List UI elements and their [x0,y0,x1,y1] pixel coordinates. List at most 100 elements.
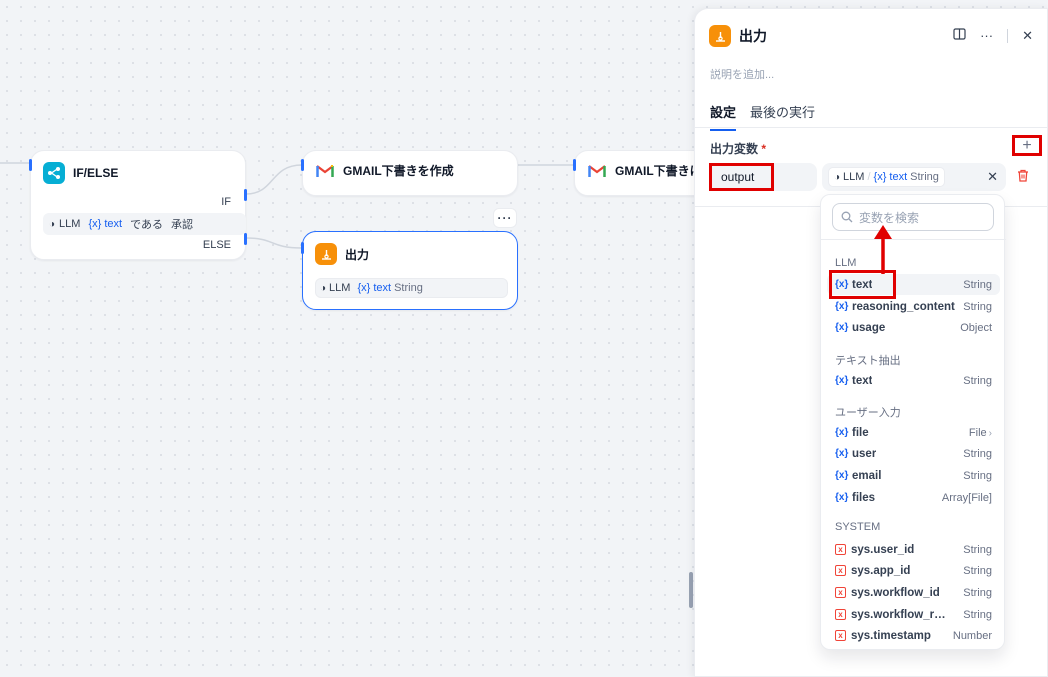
item-name: usage [852,321,886,334]
dropdown-item[interactable]: x sys.workflow_run_id String [827,604,1000,625]
item-name: sys.user_id [851,543,915,556]
input-handle[interactable] [29,159,32,171]
output-variable-row: ◑ LLM {x} text String [315,278,508,298]
dropdown-item[interactable]: {x} usage Object [827,317,1000,338]
value-source: LLM [843,171,865,183]
gmail-icon [587,163,607,179]
item-type: Number [952,629,992,642]
variable-icon: {x} [835,301,849,312]
item-type: String [963,469,992,482]
description-input[interactable]: 説明を追加... [710,66,774,82]
variable-name-input[interactable]: output [709,163,817,191]
dropdown-item[interactable]: {x} reasoning_content String [827,296,1000,317]
llm-icon: ◑ [834,171,841,183]
variable-icon: {x} [835,448,849,459]
item-name: text [852,374,873,387]
variable-picker-dropdown: 変数を検索 LLM {x} text String {x} reasoning_… [820,194,1006,650]
output-variables-label: 出力変数 * [710,140,766,157]
llm-icon: ◑ [320,282,327,294]
book-icon[interactable] [953,28,966,43]
item-name: sys.timestamp [851,629,931,642]
add-variable-button[interactable]: + [1012,135,1042,156]
item-type: String [963,564,992,577]
variable-icon: {x} [835,279,849,290]
item-name: file [852,426,869,439]
condition-row[interactable]: ◑ LLM {x} text である 承認 [43,213,246,235]
dropdown-item[interactable]: {x} text String [827,370,1000,391]
ifelse-node[interactable]: IF/ELSE IF ◑ LLM {x} text である 承認 ELSE [29,150,247,260]
system-var-icon: x [835,587,846,598]
more-icon[interactable]: ··· [980,28,993,43]
item-type: String [963,608,992,621]
clear-icon[interactable]: ✕ [987,169,998,185]
output-input-handle[interactable] [301,242,304,254]
variable-icon: {x} [835,322,849,333]
item-type: String [963,543,992,556]
condition-source: LLM [59,218,81,230]
gmail-input-handle[interactable] [301,159,304,171]
item-name: files [852,491,876,504]
if-else-icon [43,162,65,184]
output-icon [709,25,731,47]
item-type: Object [960,321,992,334]
condition-value: 承認 [170,219,193,231]
dropdown-item[interactable]: {x} user String [827,443,1000,464]
gmail-node-2-title: GMAIL下書きに [615,164,702,178]
field-label-text: 出力変数 [710,142,759,156]
dropdown-item[interactable]: {x} text String [827,274,1000,295]
required-mark: * [761,142,767,156]
item-type: String [963,586,992,599]
dropdown-item[interactable]: x sys.timestamp Number [827,625,1000,646]
group-title-user-input: ユーザー入力 [835,407,901,419]
node-more-button[interactable]: ··· [493,208,517,228]
annotation-arrow [874,225,892,274]
item-type: String [963,447,992,460]
system-var-icon: x [835,565,846,576]
output-icon [315,243,337,265]
panel-resize-handle[interactable] [689,572,693,608]
dropdown-item[interactable]: x sys.workflow_id String [827,582,1000,603]
selected-variable-chip[interactable]: ◑ LLM / {x} text String [828,167,945,187]
variable-value-selector[interactable]: ◑ LLM / {x} text String ✕ [822,163,1006,191]
gmail-node-create[interactable]: GMAIL下書きを作成 [301,150,518,196]
item-name: text [852,278,873,291]
group-title-system: SYSTEM [835,521,881,533]
output-node[interactable]: 出力 ◑ LLM {x} text String [301,231,518,310]
dropdown-item[interactable]: {x} file File › [827,422,1000,443]
value-variable: {x} text [873,171,908,183]
panel-title[interactable]: 出力 [739,26,767,46]
dropdown-item[interactable]: x sys.app_id String [827,560,1000,581]
else-handle[interactable] [244,233,247,245]
variable-icon: {x} [835,427,849,438]
item-type: String [963,278,992,291]
llm-icon: ◑ [49,218,56,230]
output-variable: {x} text [357,282,392,294]
dropdown-item[interactable]: {x} email String [827,465,1000,486]
toolbar-divider [1007,28,1009,43]
gmail-2-input-handle[interactable] [573,159,576,171]
value-type: String [910,171,939,183]
tab-divider [695,127,1048,128]
if-label: IF [221,196,231,208]
if-handle[interactable] [244,189,247,201]
dropdown-item[interactable]: x sys.user_id String [827,539,1000,560]
item-type: String [963,374,992,387]
variable-search-input[interactable]: 変数を検索 [832,203,994,231]
system-var-icon: x [835,544,846,555]
group-title-llm: LLM [835,257,857,269]
dropdown-item[interactable]: {x} files Array[File] [827,487,1000,508]
item-name: sys.workflow_run_id [851,608,951,621]
output-type: String [394,282,423,294]
close-icon[interactable]: ✕ [1022,28,1033,43]
item-type: File › [969,427,992,439]
output-source: LLM [329,282,351,294]
item-type-text: File [968,426,987,439]
condition-variable: {x} text [88,218,123,230]
search-icon [841,211,853,223]
condition-operator: である [130,219,163,231]
edge-else-output [245,237,303,249]
trash-icon[interactable] [1017,169,1029,185]
item-name: email [852,469,882,482]
else-label: ELSE [202,239,231,251]
gmail-node-title: GMAIL下書きを作成 [343,164,454,178]
